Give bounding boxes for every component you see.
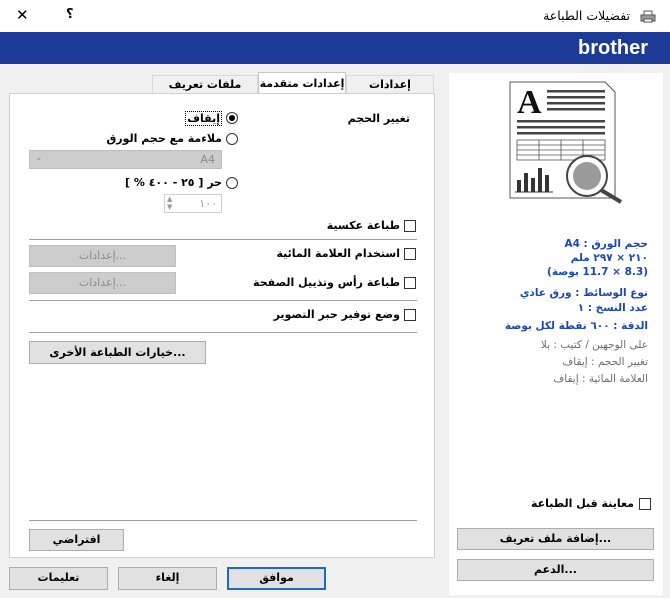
toner-save-checkbox[interactable] — [404, 309, 416, 321]
tab-print-profiles[interactable]: ملفات تعريف الطباعة — [152, 75, 258, 109]
scaling-fit-label[interactable]: ملاءمة مع حجم الورق — [106, 132, 222, 145]
reverse-print-label[interactable]: طباعة عكسية — [327, 219, 400, 232]
scaling-free-radio[interactable] — [226, 177, 238, 189]
window-title: تفضيلات الطباعة — [543, 8, 630, 23]
help-button-footer[interactable]: تعليمات — [9, 567, 108, 590]
header-footer-label[interactable]: طباعة رأس وتذييل الصفحة — [253, 276, 400, 289]
add-profile-button[interactable]: إضافة ملف تعريف... — [457, 528, 654, 550]
summary-watermark: العلامة المائية : إيقاف — [553, 373, 648, 385]
summary-resolution: الدقة : ٦٠٠ نقطة لكل بوصة — [504, 320, 648, 332]
svg-text:A: A — [517, 84, 542, 121]
scaling-free-label[interactable]: حر [ ٢٥ - ٤٠٠ % ] — [125, 176, 222, 189]
brand-banner — [0, 32, 670, 64]
paper-size-select[interactable]: ⌄ A4 — [29, 150, 222, 169]
watermark-label[interactable]: استخدام العلامة المائية — [277, 247, 401, 260]
reverse-print-checkbox[interactable] — [404, 220, 416, 232]
tab-basic[interactable]: إعدادات أساسية — [346, 75, 434, 109]
header-footer-checkbox[interactable] — [404, 277, 416, 289]
divider — [29, 520, 417, 521]
scaling-fit-radio[interactable] — [226, 133, 238, 145]
default-button[interactable]: افتراضي — [29, 529, 124, 551]
close-button[interactable]: ✕ — [16, 6, 29, 24]
scaling-heading: تغيير الحجم — [347, 112, 410, 125]
summary-paper-inch: (8.3 × 11.7 بوصة) — [547, 266, 648, 278]
help-button[interactable]: ؟ — [66, 7, 74, 22]
watermark-settings-button[interactable]: إعدادات... — [29, 245, 176, 267]
summary-copies: عدد النسخ : ١ — [577, 302, 648, 314]
scaling-off-radio[interactable] — [226, 112, 238, 124]
divider — [29, 332, 417, 333]
divider — [29, 300, 417, 301]
divider — [29, 239, 417, 240]
page-preview-image: A — [505, 80, 635, 208]
print-preview-checkbox[interactable] — [639, 498, 651, 510]
print-preview-label[interactable]: معاينة قبل الطباعة — [531, 497, 634, 510]
other-print-options-button[interactable]: خيارات الطباعة الأخرى... — [29, 341, 206, 364]
paper-size-value: A4 — [200, 153, 215, 166]
brand-logo: brother — [578, 37, 648, 59]
scaling-percent-input[interactable]: ▲ ▼ ١٠٠ — [164, 194, 222, 213]
summary-paper-size: حجم الورق : A4 — [564, 238, 648, 250]
tab-advanced[interactable]: إعدادات متقدمة — [258, 72, 346, 94]
toner-save-label[interactable]: وضع توفير حبر التصوير — [274, 308, 400, 321]
cancel-button[interactable]: إلغاء — [118, 567, 217, 590]
summary-paper-mm: ٢١٠ × ٢٩٧ ملم — [570, 252, 648, 264]
chevron-down-icon: ⌄ — [35, 153, 43, 163]
summary-duplex: على الوجهين / كتيب : بلا — [540, 339, 648, 351]
watermark-checkbox[interactable] — [404, 248, 416, 260]
spin-arrows-icon[interactable]: ▲ ▼ — [167, 195, 172, 211]
scaling-percent-value: ١٠٠ — [199, 197, 217, 210]
support-button[interactable]: الدعم... — [457, 559, 654, 581]
summary-media-type: نوع الوسائط : ورق عادي — [519, 287, 648, 299]
summary-scaling: تغيير الحجم : إيقاف — [562, 356, 648, 368]
printer-icon — [640, 10, 656, 26]
scaling-off-label[interactable]: إيقاف — [185, 111, 222, 126]
ok-button[interactable]: موافق — [227, 567, 326, 590]
header-footer-settings-button[interactable]: إعدادات... — [29, 272, 176, 294]
